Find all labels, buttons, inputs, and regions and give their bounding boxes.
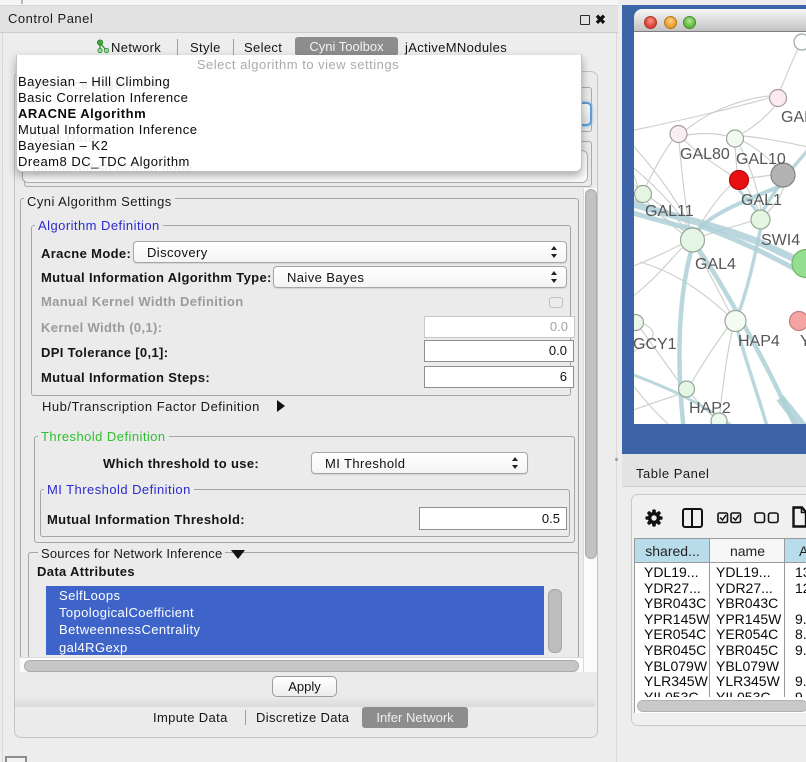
svg-text:GAL4: GAL4	[695, 256, 736, 273]
svg-text:HAP4: HAP4	[738, 333, 780, 350]
svg-text:GAL11: GAL11	[645, 203, 694, 220]
svg-text:GCY1: GCY1	[634, 336, 677, 353]
svg-text:SWI4: SWI4	[761, 232, 800, 249]
svg-text:GAL80: GAL80	[680, 146, 730, 163]
svg-text:GAL1: GAL1	[741, 192, 782, 209]
svg-text:YD: YD	[800, 333, 806, 350]
svg-text:HAP2: HAP2	[689, 400, 731, 417]
svg-text:GAL2: GAL2	[781, 109, 806, 126]
svg-text:GAL10: GAL10	[736, 151, 786, 168]
